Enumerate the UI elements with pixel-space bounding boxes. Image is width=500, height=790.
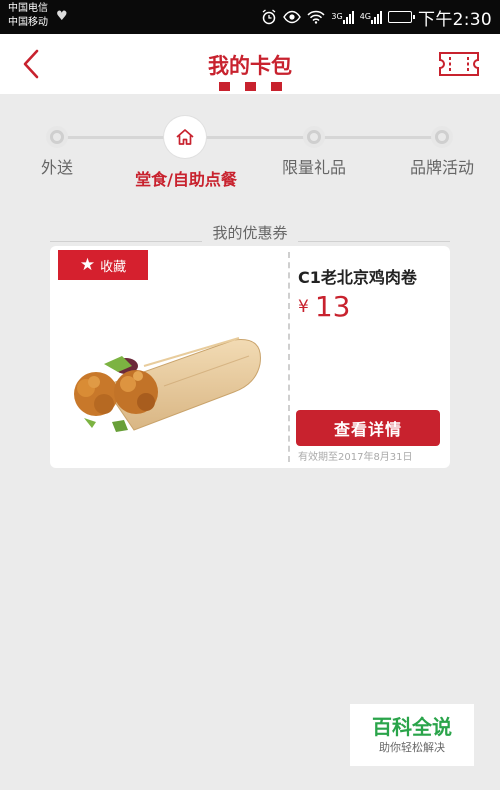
coupon-perforation — [288, 252, 290, 462]
favorite-label: 收藏 — [100, 259, 127, 275]
section-header: 我的优惠券 — [50, 222, 450, 244]
home-icon — [164, 116, 206, 158]
battery-icon — [388, 11, 416, 23]
watermark-logo: 百科全说 助你轻松解决 — [350, 704, 474, 766]
price-currency: ¥ — [298, 297, 309, 317]
carrier-1: 中国电信 — [8, 3, 48, 14]
carrier-2: 中国移动 — [8, 17, 48, 28]
tab-dine-in[interactable]: 堂食/自助点餐 — [120, 114, 250, 190]
price-amount: 13 — [314, 290, 351, 323]
tabs-track — [58, 136, 444, 139]
wifi-icon — [307, 10, 325, 24]
price: ¥13 — [298, 290, 350, 323]
expiry-date: 有效期至2017年8月31日 — [298, 452, 413, 463]
tab-brand-events[interactable]: 品牌活动 — [390, 114, 500, 184]
product-name: C1老北京鸡肉卷 — [298, 268, 417, 287]
coupon-card[interactable]: ★ 收藏 C1老北京鸡肉卷 ¥13 查看详情 有效期至2017年8月31日 — [50, 246, 450, 468]
chicken-wrap-image — [74, 337, 261, 432]
tab-label-active: 堂食/自助点餐 — [135, 170, 237, 189]
signal-4g-icon: 4G — [359, 10, 383, 24]
tab-dot — [303, 126, 325, 148]
status-bar: 中国电信 中国移动 ♥ 3G 4G 下午2:30 — [0, 0, 500, 34]
ticket-button[interactable] — [438, 51, 480, 77]
tab-label: 品牌活动 — [409, 158, 475, 177]
signal-3g-icon: 3G — [331, 10, 354, 24]
health-icon: ♥ — [56, 9, 68, 24]
tab-label: 外送 — [40, 158, 74, 177]
watermark-main: 百科全说 — [372, 715, 452, 739]
alarm-icon — [261, 9, 277, 25]
section-title: 我的优惠券 — [202, 224, 298, 242]
ticket-icon — [439, 52, 479, 76]
network-tag-1: 3G — [331, 12, 343, 21]
watermark-sub: 助你轻松解决 — [379, 741, 445, 754]
tab-dot — [46, 126, 68, 148]
page-title: 我的卡包 — [208, 54, 292, 78]
title-decoration — [219, 82, 282, 91]
favorite-badge[interactable]: ★ 收藏 — [58, 250, 148, 280]
tab-gifts[interactable]: 限量礼品 — [260, 114, 370, 184]
view-details-button[interactable]: 查看详情 — [296, 410, 440, 446]
eye-icon — [283, 10, 302, 24]
status-time: 下午2:30 — [418, 9, 492, 30]
tab-dot — [431, 126, 453, 148]
carrier-info: 中国电信 中国移动 — [8, 2, 48, 30]
network-tag-2: 4G — [359, 12, 372, 21]
tab-delivery[interactable]: 外送 — [0, 114, 110, 184]
header: 我的卡包 — [0, 34, 500, 94]
tab-label: 限量礼品 — [281, 158, 347, 177]
status-icons: 3G 4G 下午2:30 — [261, 6, 492, 30]
star-icon: ★ — [79, 254, 96, 275]
